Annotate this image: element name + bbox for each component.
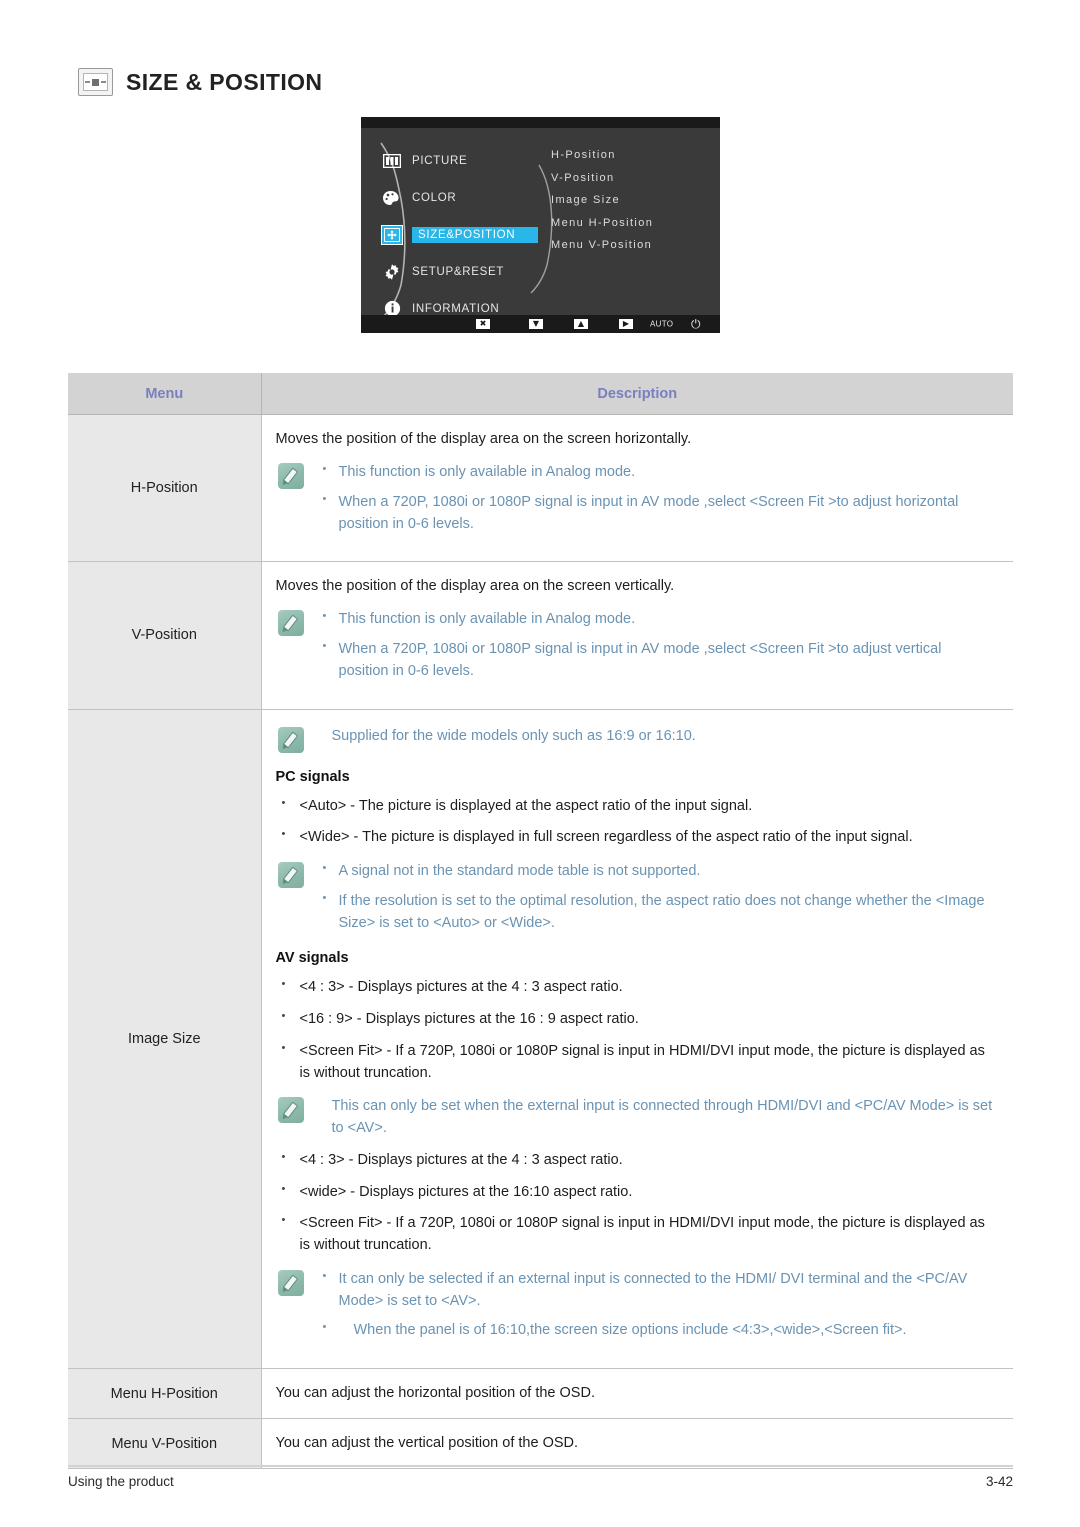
osd-menu-label: SETUP&RESET xyxy=(412,265,505,278)
footer-divider xyxy=(68,1465,1013,1467)
note-item: If the resolution is set to the optimal … xyxy=(312,890,996,935)
table-header-row: Menu Description xyxy=(68,373,1013,415)
subheading-pc-signals: PC signals xyxy=(275,768,350,785)
note-pencil-icon xyxy=(277,1097,304,1124)
osd-screenshot: PICTURE COLOR SIZE&POSITION SETUP&RESET … xyxy=(361,117,720,333)
av-signal-list-1: <4 : 3> - Displays pictures at the 4 : 3… xyxy=(276,976,996,1085)
description-menu-v-position: You can adjust the vertical position of … xyxy=(261,1418,1013,1470)
subheading-av-signals: AV signals xyxy=(275,950,349,967)
osd-submenu-item[interactable]: H-Position xyxy=(551,149,653,161)
table-row: Image Size Supplied for the wide models … xyxy=(68,709,1013,1370)
description-menu-h-position: You can adjust the horizontal position o… xyxy=(261,1368,1013,1420)
osd-submenu-item[interactable]: Menu H-Position xyxy=(551,217,653,229)
description-text: You can adjust the vertical position of … xyxy=(275,1435,579,1452)
note-item: A signal not in the standard mode table … xyxy=(312,860,996,883)
note-list: This function is only available in Analo… xyxy=(312,461,996,536)
picture-icon xyxy=(381,151,403,171)
footer-left-text: Using the product xyxy=(68,1474,174,1489)
column-header-description: Description xyxy=(261,373,1013,415)
note-item: When a 720P, 1080i or 1080P signal is in… xyxy=(312,638,996,683)
menu-name-image-size: Image Size xyxy=(68,709,262,1370)
note-item: This function is only available in Analo… xyxy=(312,608,996,631)
note-pencil-icon xyxy=(277,610,304,637)
gear-icon xyxy=(381,262,403,282)
description-image-size: Supplied for the wide models only such a… xyxy=(261,709,1013,1370)
list-item: <Wide> - The picture is displayed in ful… xyxy=(276,826,996,849)
osd-menu-label: INFORMATION xyxy=(412,302,500,315)
note-list: It can only be selected if an external i… xyxy=(312,1268,996,1342)
list-item: <wide> - Displays pictures at the 16:10 … xyxy=(276,1181,996,1204)
manual-page: SIZE & POSITION PICTURE COLOR SIZE&POSIT… xyxy=(0,0,1080,1527)
note-block: This function is only available in Analo… xyxy=(276,461,996,536)
description-text: You can adjust the horizontal position o… xyxy=(275,1385,595,1402)
footer-page-number: 3-42 xyxy=(985,1474,1013,1489)
osd-menu-label: COLOR xyxy=(412,191,457,204)
note-item: When a 720P, 1080i or 1080P signal is in… xyxy=(312,491,996,536)
size-position-icon xyxy=(78,68,113,96)
note-block: A signal not in the standard mode table … xyxy=(276,860,996,935)
size-position-icon xyxy=(381,224,403,245)
description-intro: Moves the position of the display area o… xyxy=(275,431,692,447)
note-item: It can only be selected if an external i… xyxy=(312,1268,996,1313)
note-pencil-icon xyxy=(277,1269,304,1296)
osd-bottom-bar: ✖ ▼ ▲ ▶ AUTO ⏻ xyxy=(361,315,720,333)
note-item: Supplied for the wide models only such a… xyxy=(331,727,696,744)
menu-name-menu-h-position: Menu H-Position xyxy=(68,1368,262,1420)
note-list: This function is only available in Analo… xyxy=(312,608,996,683)
list-item: <16 : 9> - Displays pictures at the 16 :… xyxy=(276,1008,996,1031)
menu-name-v-position: V-Position xyxy=(68,561,262,710)
osd-submenu: H-Position V-Position Image Size Menu H-… xyxy=(551,149,653,262)
note-item: This can only be set when the external i… xyxy=(331,1098,993,1137)
menu-name-h-position: H-Position xyxy=(68,414,262,563)
description-h-position: Moves the position of the display area o… xyxy=(261,414,1013,563)
description-v-position: Moves the position of the display area o… xyxy=(261,561,1013,710)
auto-label[interactable]: AUTO xyxy=(650,320,673,329)
note-pencil-icon xyxy=(277,463,304,490)
pc-signal-list: <Auto> - The picture is displayed at the… xyxy=(276,795,996,850)
note-block: This can only be set when the external i… xyxy=(276,1096,996,1140)
note-pencil-icon xyxy=(277,862,304,889)
list-item: <4 : 3> - Displays pictures at the 4 : 3… xyxy=(276,1149,996,1172)
osd-top-bar xyxy=(361,117,720,128)
note-item: When the panel is of 16:10,the screen si… xyxy=(312,1319,996,1342)
table-row: Menu H-Position You can adjust the horiz… xyxy=(68,1368,1013,1420)
menu-description-table: Menu Description H-Position Moves the po… xyxy=(68,373,1013,1470)
list-item: <4 : 3> - Displays pictures at the 4 : 3… xyxy=(276,976,996,999)
enter-icon[interactable]: ▶ xyxy=(619,319,633,329)
color-palette-icon xyxy=(381,188,403,208)
description-intro: Moves the position of the display area o… xyxy=(275,578,675,595)
note-block: It can only be selected if an external i… xyxy=(276,1268,996,1342)
menu-name-menu-v-position: Menu V-Position xyxy=(68,1418,262,1470)
note-block: Supplied for the wide models only such a… xyxy=(276,726,996,753)
list-item: <Screen Fit> - If a 720P, 1080i or 1080P… xyxy=(276,1212,996,1257)
osd-submenu-item[interactable]: Image Size xyxy=(551,194,653,206)
list-item: <Auto> - The picture is displayed at the… xyxy=(276,795,996,818)
note-block: This function is only available in Analo… xyxy=(276,608,996,683)
table-row: V-Position Moves the position of the dis… xyxy=(68,561,1013,710)
osd-submenu-item[interactable]: V-Position xyxy=(551,172,653,184)
table-row: H-Position Moves the position of the dis… xyxy=(68,414,1013,563)
note-item: This function is only available in Analo… xyxy=(312,461,996,484)
exit-icon[interactable]: ✖ xyxy=(476,319,490,329)
note-pencil-icon xyxy=(277,726,304,753)
down-icon[interactable]: ▼ xyxy=(529,319,543,329)
section-heading: SIZE & POSITION xyxy=(78,68,322,96)
osd-menu-label: PICTURE xyxy=(412,154,468,167)
osd-menu-label: SIZE&POSITION xyxy=(412,226,538,243)
osd-submenu-item[interactable]: Menu V-Position xyxy=(551,239,653,251)
table-row: Menu V-Position You can adjust the verti… xyxy=(68,1418,1013,1470)
note-list: A signal not in the standard mode table … xyxy=(312,860,996,935)
column-header-menu: Menu xyxy=(68,373,262,415)
list-item: <Screen Fit> - If a 720P, 1080i or 1080P… xyxy=(276,1040,996,1085)
page-title: SIZE & POSITION xyxy=(126,68,323,95)
av-signal-list-2: <4 : 3> - Displays pictures at the 4 : 3… xyxy=(276,1149,996,1257)
page-footer: Using the product 3-42 xyxy=(68,1474,1013,1489)
power-icon[interactable]: ⏻ xyxy=(691,318,701,330)
up-icon[interactable]: ▲ xyxy=(574,319,588,329)
